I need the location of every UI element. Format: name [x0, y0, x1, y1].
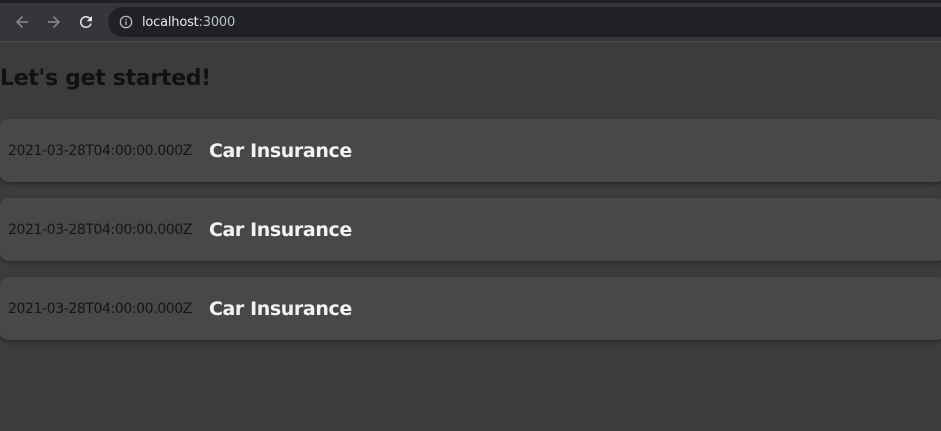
- page-title: Let's get started!: [0, 66, 211, 91]
- item-title: Car Insurance: [208, 218, 352, 241]
- address-bar[interactable]: localhost:3000: [108, 7, 941, 37]
- back-button[interactable]: [9, 9, 35, 35]
- list-item[interactable]: 2021-03-28T04:00:00.000Z Car Insurance: [0, 119, 941, 182]
- url-text: localhost:3000: [142, 15, 235, 30]
- arrow-right-icon: [48, 16, 60, 28]
- url-host: localhost: [142, 14, 199, 30]
- list-item[interactable]: 2021-03-28T04:00:00.000Z Car Insurance: [0, 277, 941, 340]
- page-content: Let's get started! 2021-03-28T04:00:00.0…: [0, 42, 941, 431]
- item-title: Car Insurance: [208, 139, 352, 162]
- url-port: :3000: [198, 14, 236, 30]
- item-title: Car Insurance: [208, 297, 352, 320]
- reload-button[interactable]: [73, 9, 99, 35]
- browser-toolbar: localhost:3000: [0, 3, 941, 42]
- item-date: 2021-03-28T04:00:00.000Z: [8, 142, 192, 159]
- item-date: 2021-03-28T04:00:00.000Z: [8, 300, 192, 317]
- info-icon[interactable]: [118, 14, 134, 30]
- item-date: 2021-03-28T04:00:00.000Z: [8, 221, 192, 238]
- arrow-left-icon: [16, 16, 28, 28]
- reload-icon: [80, 15, 92, 28]
- forward-button[interactable]: [41, 9, 67, 35]
- list-item[interactable]: 2021-03-28T04:00:00.000Z Car Insurance: [0, 198, 941, 261]
